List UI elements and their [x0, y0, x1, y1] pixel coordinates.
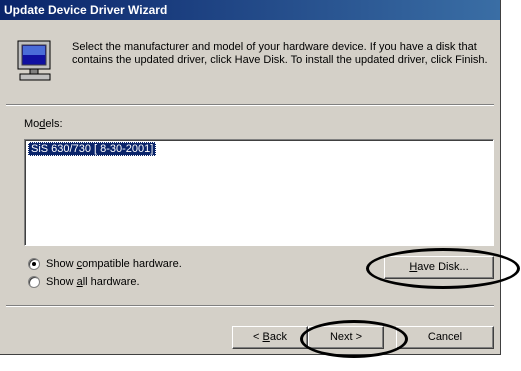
instructions-text: Select the manufacturer and model of you…: [72, 41, 488, 66]
show-compatible-option[interactable]: Show compatible hardware.: [28, 258, 182, 270]
models-label: Models:: [24, 118, 63, 130]
show-all-option[interactable]: Show all hardware.: [28, 276, 140, 288]
show-all-label: Show all hardware.: [46, 276, 140, 288]
show-compatible-label: Show compatible hardware.: [46, 258, 182, 270]
update-driver-dialog: Update Device Driver Wizard Select the m…: [0, 0, 501, 355]
radio-selected-dot: [32, 262, 36, 266]
have-disk-button[interactable]: Have Disk...: [384, 256, 494, 279]
radio-compatible[interactable]: [28, 258, 40, 270]
radio-all[interactable]: [28, 276, 40, 288]
back-button[interactable]: < Back: [232, 326, 308, 349]
monitor-icon: [17, 40, 51, 81]
title-bar: Update Device Driver Wizard: [0, 0, 500, 20]
wizard-header: Select the manufacturer and model of you…: [0, 20, 500, 104]
cancel-button[interactable]: Cancel: [396, 326, 494, 349]
window-title: Update Device Driver Wizard: [4, 3, 168, 17]
footer-separator: [6, 305, 494, 307]
list-item[interactable]: SiS 630/730 [ 8-30-2001]: [28, 142, 157, 156]
header-separator: [6, 104, 494, 106]
next-button[interactable]: Next >: [308, 326, 384, 349]
models-listbox[interactable]: SiS 630/730 [ 8-30-2001]: [24, 139, 494, 246]
